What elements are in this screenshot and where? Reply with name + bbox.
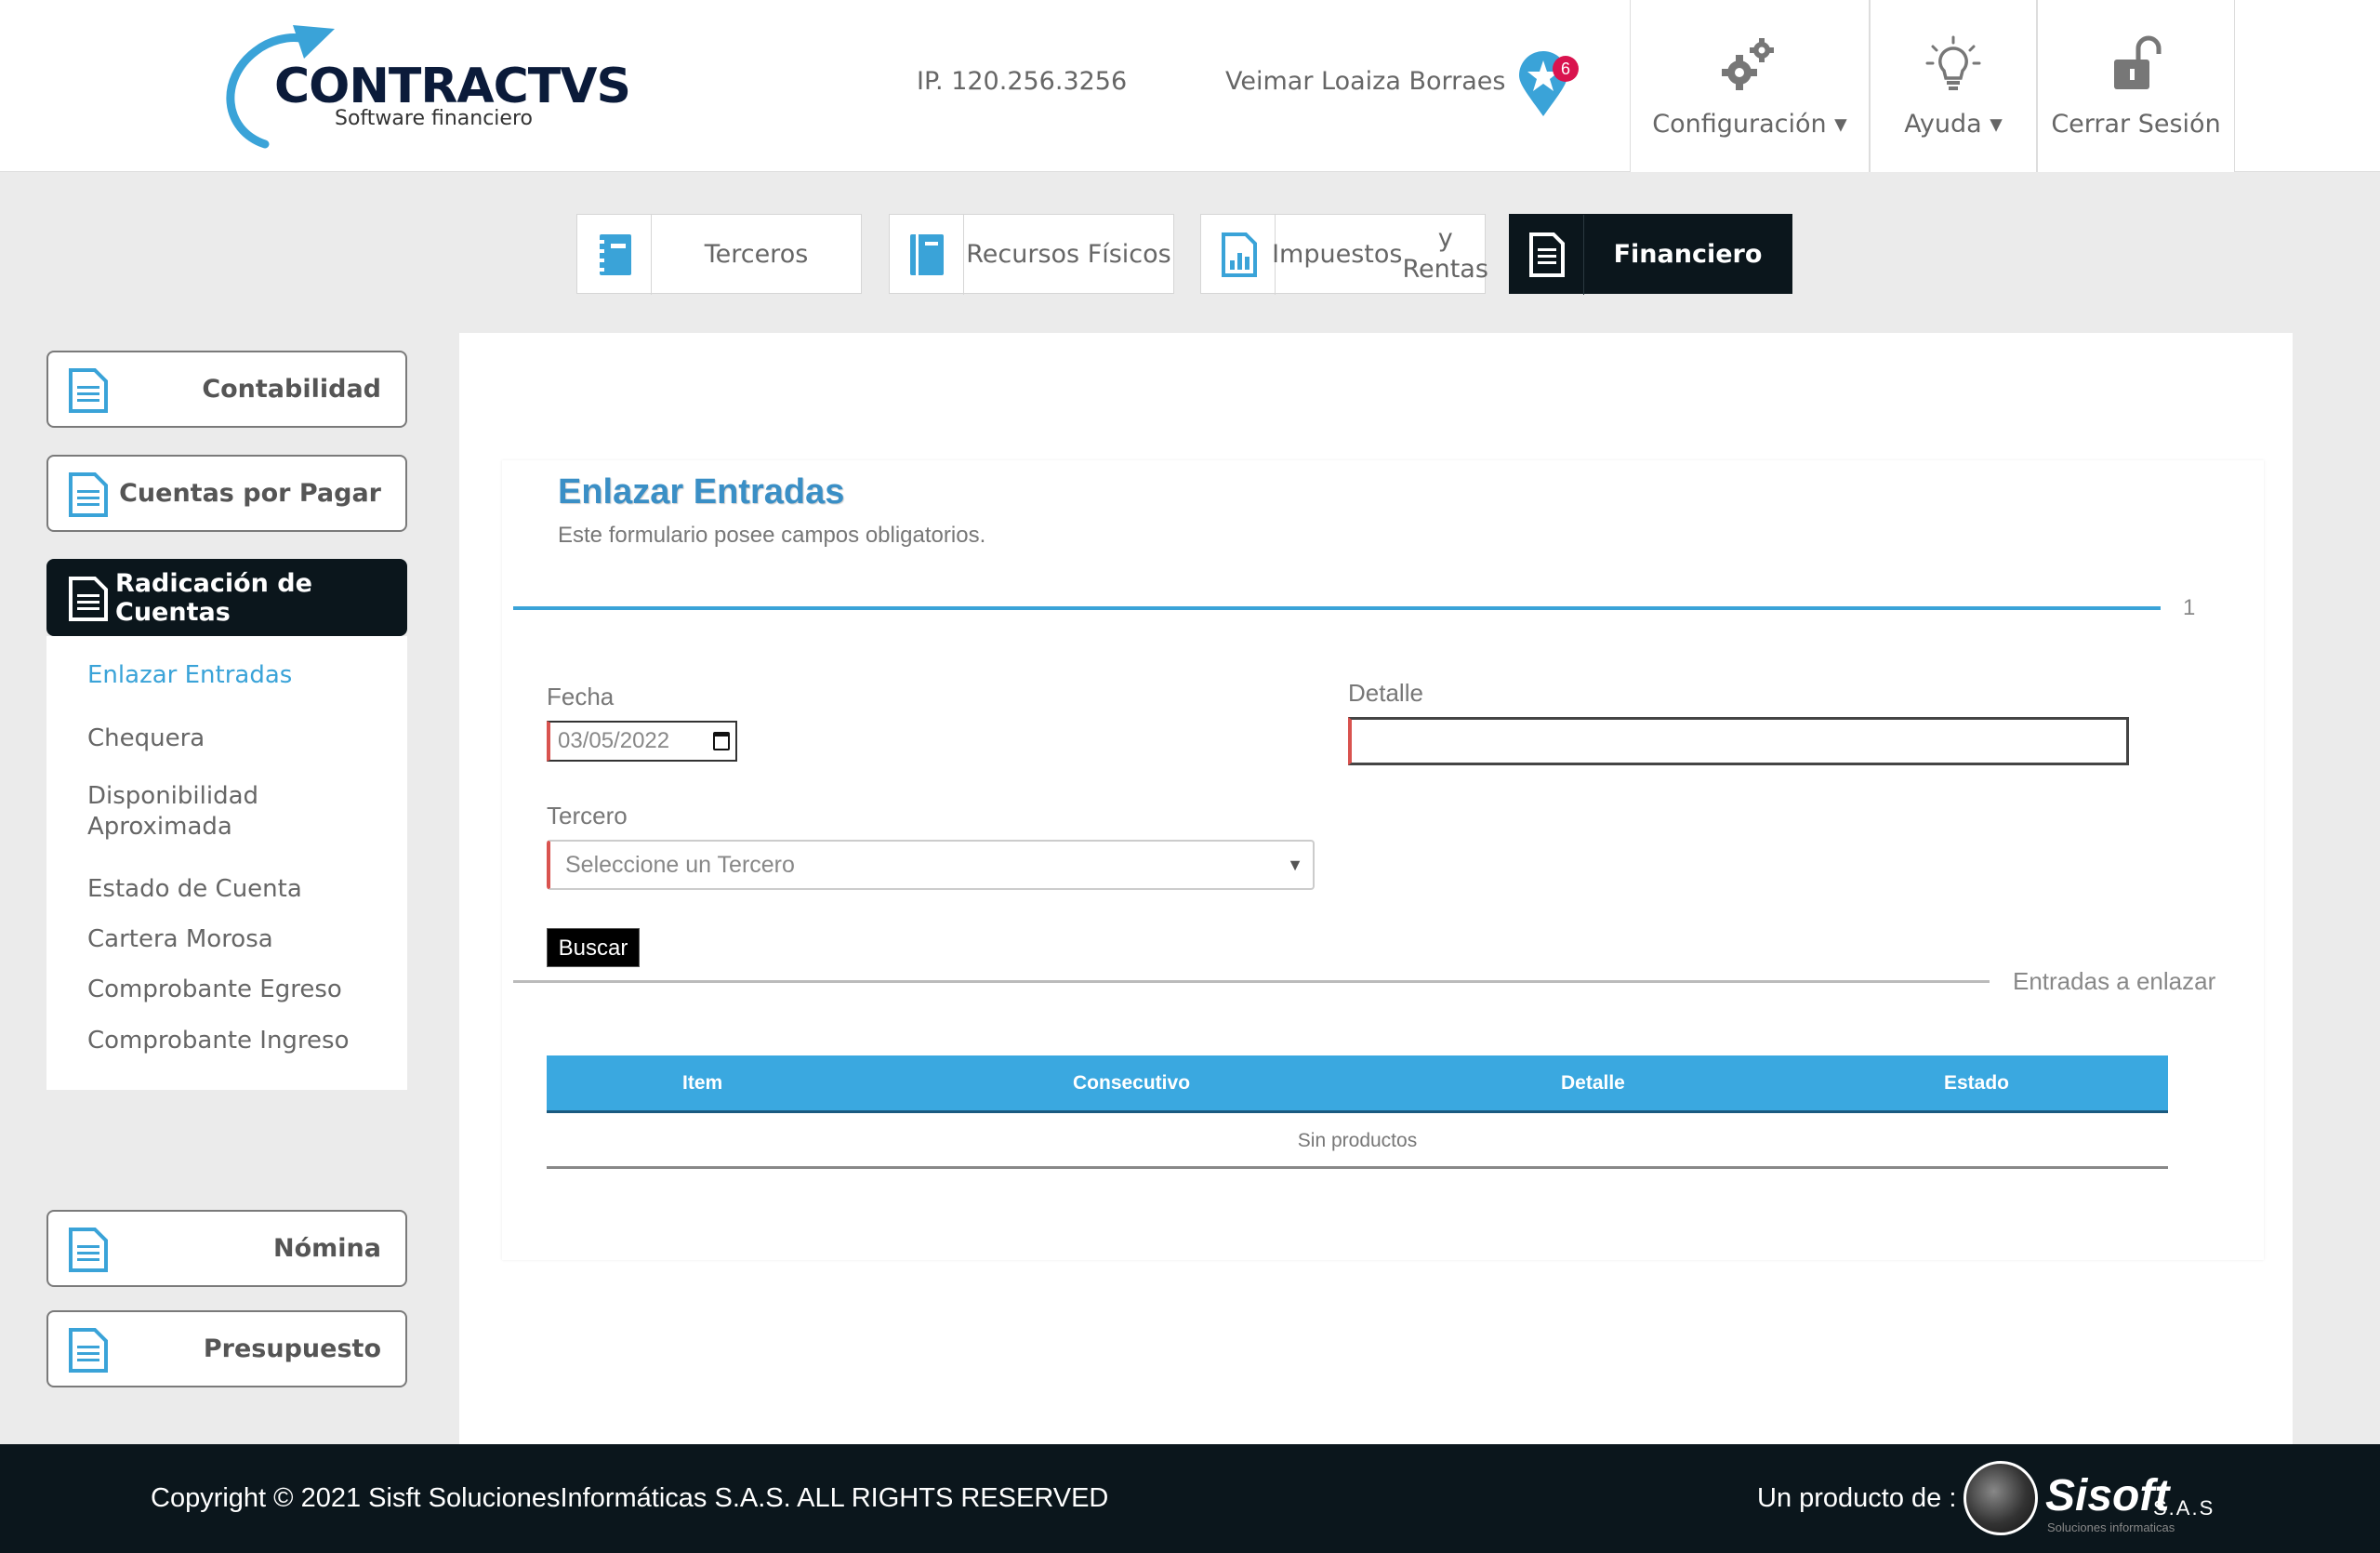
presupuesto-iconbox (67, 1327, 110, 1378)
tab-financiero-iconbox (1510, 215, 1584, 295)
section-divider (513, 980, 1990, 983)
book-icon (909, 234, 944, 275)
tab-terceros-iconbox (577, 215, 652, 295)
submenu-disponibilidad-line1: Disponibilidad (87, 782, 259, 810)
sidebar-cuentas-label: Cuentas por Pagar (119, 479, 381, 508)
gears-icon (1722, 38, 1774, 90)
brand-tagline: Software financiero (335, 107, 533, 130)
submenu-estado-de-cuenta[interactable]: Estado de Cuenta (87, 874, 302, 905)
ip-address: IP. 120.256.3256 (917, 67, 1128, 96)
tab-terceros[interactable]: Terceros (576, 214, 862, 295)
submenu-cartera-morosa[interactable]: Cartera Morosa (87, 924, 273, 955)
column-header-detalle[interactable]: Detalle (1561, 1055, 1625, 1111)
tab-impuestos-label: Impuestos y Rentas (1272, 215, 1488, 293)
cuentas-iconbox (67, 471, 110, 523)
contabilidad-iconbox (67, 367, 110, 418)
detalle-input[interactable] (1348, 717, 2129, 765)
notifications-button[interactable]: 6 (1517, 51, 1579, 121)
column-header-item[interactable]: Item (682, 1055, 722, 1111)
submenu-enlazar-entradas[interactable]: Enlazar Entradas (87, 660, 292, 691)
product-of-label: Un producto de : (1757, 1483, 1957, 1513)
fecha-label: Fecha (547, 683, 615, 710)
tercero-select[interactable]: Seleccione un Tercero ▼ (547, 840, 1315, 890)
entradas-section-title: Entradas a enlazar (2013, 967, 2216, 995)
sidebar-radicacion-de-cuentas[interactable]: Radicación de Cuentas (46, 559, 407, 636)
cerrar-sesion-button[interactable]: Cerrar Sesión (2037, 0, 2235, 172)
sidebar-presupuesto-label: Presupuesto (203, 1334, 381, 1363)
document-icon (69, 1328, 108, 1373)
column-header-consecutivo[interactable]: Consecutivo (1073, 1055, 1190, 1111)
tab-terceros-label: Terceros (704, 239, 809, 269)
sidebar-contabilidad[interactable]: Contabilidad (46, 351, 407, 428)
ayuda-label: Ayuda ▾ (1904, 110, 2003, 139)
table-header: Item Consecutivo Detalle Estado (547, 1055, 2168, 1113)
report-icon (1221, 232, 1257, 277)
sidebar-nomina[interactable]: Nómina (46, 1210, 407, 1287)
tab-financiero-label: Financiero (1613, 239, 1763, 269)
unlock-icon (2113, 35, 2161, 89)
sidebar-radicacion-label: Radicación de Cuentas (115, 568, 312, 627)
document-icon (69, 472, 108, 517)
sidebar-presupuesto[interactable]: Presupuesto (46, 1310, 407, 1387)
sisoft-logo-icon[interactable] (1964, 1461, 2038, 1535)
tab-financiero[interactable]: Financiero (1509, 214, 1792, 295)
fecha-input[interactable]: 03/05/2022 (547, 721, 737, 762)
chevron-down-icon: ▼ (1287, 856, 1303, 874)
notification-count: 6 (1553, 56, 1579, 82)
step-progress-line (513, 606, 2161, 610)
configuracion-label: Configuración ▾ (1652, 110, 1847, 139)
sidebar-contabilidad-label: Contabilidad (202, 375, 381, 404)
detalle-label: Detalle (1348, 679, 1423, 707)
tab-recursos-label: Recursos Físicos (966, 239, 1171, 269)
step-number: 1 (2183, 595, 2196, 620)
radicacion-iconbox (67, 576, 110, 627)
form-subtitle: Este formulario posee campos obligatorio… (558, 523, 986, 548)
column-header-estado[interactable]: Estado (1944, 1055, 2009, 1111)
configuracion-button[interactable]: Configuración ▾ (1630, 0, 1870, 172)
tercero-placeholder: Seleccione un Tercero (565, 852, 795, 878)
tab-impuestos-rentas[interactable]: Impuestos y Rentas (1200, 214, 1488, 295)
tercero-label: Tercero (547, 802, 628, 830)
cerrar-sesion-label: Cerrar Sesión (2051, 110, 2221, 139)
submenu-disponibilidad-aproximada[interactable]: Disponibilidad Aproximada (87, 781, 258, 843)
sisoft-brand: Sisoft (2045, 1471, 2170, 1520)
tab-recursos-iconbox (890, 215, 964, 295)
document-icon (69, 1228, 108, 1272)
submenu-comprobante-egreso[interactable]: Comprobante Egreso (87, 975, 342, 1005)
copyright-text: Copyright © 2021 Sisft SolucionesInformá… (151, 1483, 1109, 1513)
sidebar-nomina-label: Nómina (273, 1234, 381, 1263)
ayuda-button[interactable]: Ayuda ▾ (1870, 0, 2037, 172)
nomina-iconbox (67, 1227, 110, 1278)
document-icon (1528, 232, 1565, 277)
tab-impuestos-label-line1: Impuestos (1272, 239, 1403, 269)
sisoft-sas: S.A.S (2153, 1496, 2215, 1520)
fecha-value: 03/05/2022 (558, 728, 670, 753)
buscar-button[interactable]: Buscar (547, 928, 640, 967)
table-empty-message: Sin productos (547, 1113, 2168, 1169)
document-icon (69, 577, 108, 621)
brand-name: CONTRACTVS (274, 59, 631, 114)
submenu-radicacion: Enlazar Entradas Chequera Disponibilidad… (46, 636, 407, 1090)
submenu-comprobante-ingreso[interactable]: Comprobante Ingreso (87, 1026, 350, 1056)
tab-impuestos-iconbox (1201, 215, 1276, 295)
submenu-chequera[interactable]: Chequera (87, 723, 205, 754)
tab-recursos-fisicos[interactable]: Recursos Físicos (889, 214, 1174, 295)
calendar-icon[interactable] (713, 732, 730, 750)
footer: Copyright © 2021 Sisft SolucionesInformá… (0, 1444, 2380, 1553)
lightbulb-icon (1925, 35, 1981, 90)
form-title: Enlazar Entradas (558, 472, 845, 511)
document-icon (69, 368, 108, 413)
tab-impuestos-label-line2: y Rentas (1402, 224, 1488, 284)
submenu-disponibilidad-line2: Aproximada (87, 813, 232, 841)
sidebar-cuentas-por-pagar[interactable]: Cuentas por Pagar (46, 455, 407, 532)
sisoft-tagline: Soluciones informaticas (2047, 1520, 2175, 1534)
user-name[interactable]: Veimar Loaiza Borraes (1225, 67, 1505, 96)
contractvs-logo[interactable]: CONTRACTVS Software financiero (218, 23, 631, 153)
top-header: CONTRACTVS Software financiero IP. 120.2… (0, 0, 2380, 172)
notebook-icon (595, 234, 631, 275)
